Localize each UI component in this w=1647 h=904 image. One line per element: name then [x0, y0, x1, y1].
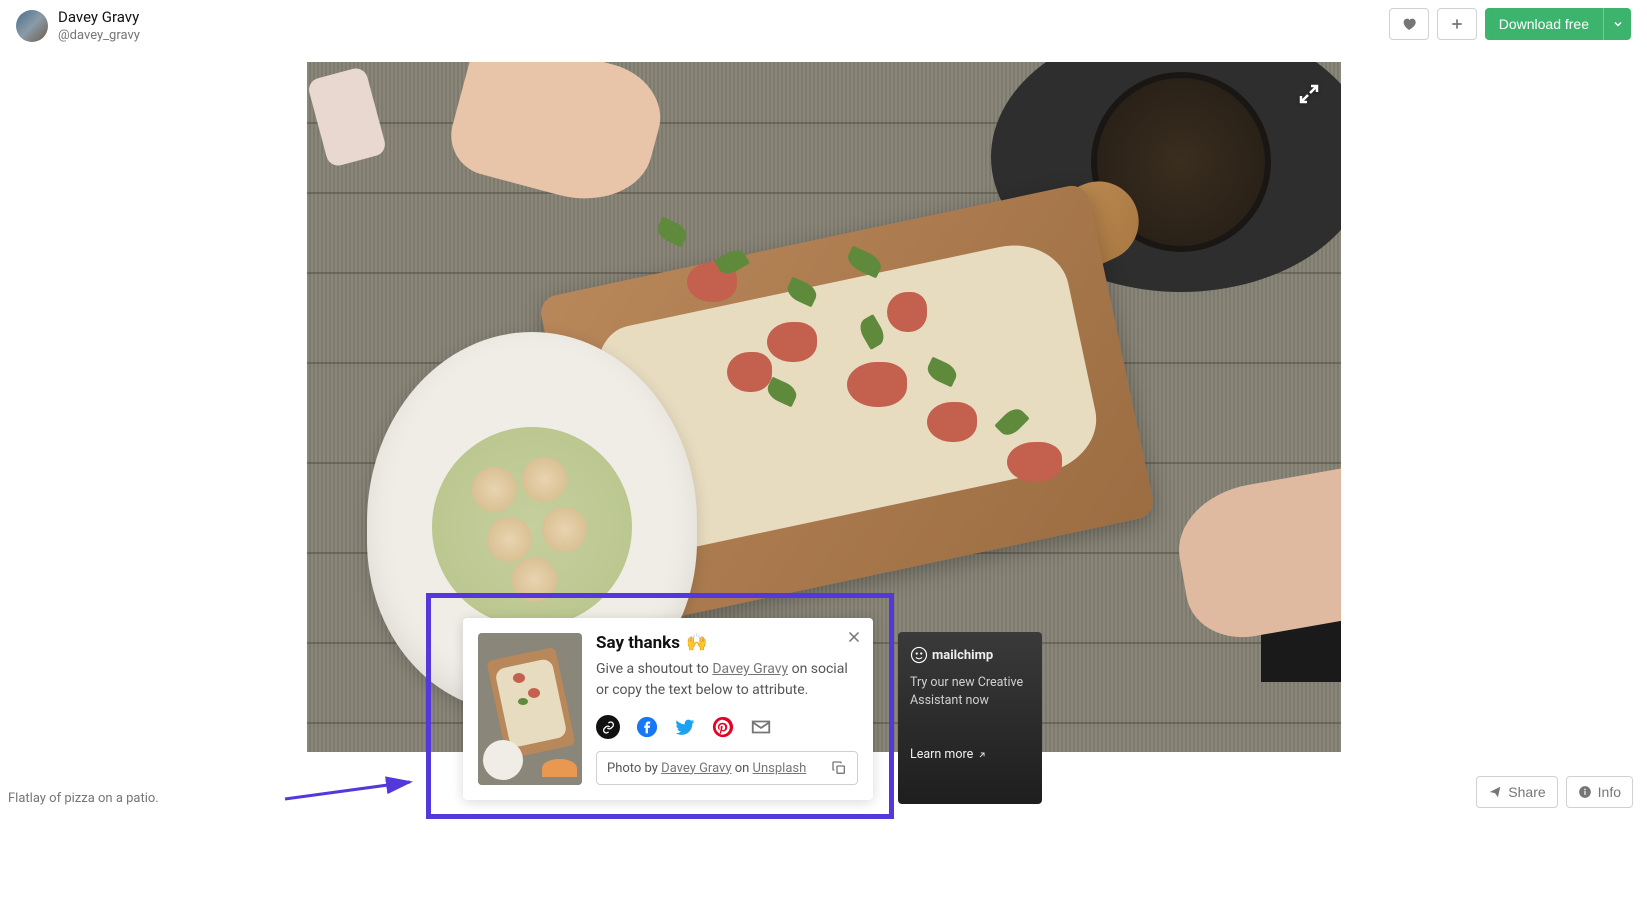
- share-icon: [1488, 785, 1502, 799]
- download-group: Download free: [1485, 8, 1631, 40]
- avatar[interactable]: [16, 10, 48, 42]
- author-info: Davey Gravy @davey_gravy: [58, 8, 140, 44]
- author-block[interactable]: Davey Gravy @davey_gravy: [16, 8, 140, 44]
- mailchimp-icon: [910, 646, 928, 664]
- pinterest-icon: [712, 716, 734, 738]
- thanks-title: Say thanks 🙌: [596, 633, 858, 653]
- info-icon: [1578, 785, 1592, 799]
- heart-icon: [1401, 16, 1417, 32]
- close-icon: [845, 628, 863, 646]
- photo-caption: Flatlay of pizza on a patio.: [8, 791, 159, 806]
- thanks-highlight-box: Say thanks 🙌 Give a shoutout to Davey Gr…: [426, 593, 894, 819]
- header-actions: Download free: [1389, 8, 1631, 40]
- share-label: Share: [1508, 784, 1545, 800]
- download-button[interactable]: Download free: [1485, 8, 1603, 40]
- twitter-icon: [674, 716, 696, 738]
- hands-emoji-icon: 🙌: [686, 633, 707, 653]
- expand-button[interactable]: [1297, 82, 1321, 106]
- author-handle[interactable]: @davey_gravy: [58, 28, 140, 45]
- author-link[interactable]: Davey Gravy: [712, 661, 788, 677]
- copy-icon: [831, 760, 847, 776]
- like-button[interactable]: [1389, 8, 1429, 40]
- attribution-box: Photo by Davey Gravy on Unsplash: [596, 751, 858, 785]
- expand-icon: [1297, 82, 1321, 106]
- annotation-arrow: [280, 774, 420, 804]
- email-button[interactable]: [750, 716, 772, 738]
- chevron-down-icon: [1612, 18, 1624, 30]
- thanks-subtitle: Give a shoutout to Davey Gravy on social…: [596, 659, 858, 701]
- facebook-button[interactable]: [636, 716, 658, 738]
- share-button[interactable]: Share: [1476, 776, 1557, 808]
- promo-text: Try our new Creative Assistant now: [910, 674, 1030, 709]
- header: Davey Gravy @davey_gravy Download free: [0, 0, 1647, 44]
- add-button[interactable]: [1437, 8, 1477, 40]
- promo-panel[interactable]: mailchimp Try our new Creative Assistant…: [898, 632, 1042, 804]
- pinterest-button[interactable]: [712, 716, 734, 738]
- social-row: [596, 715, 858, 739]
- attribution-author-link[interactable]: Davey Gravy: [661, 761, 731, 776]
- promo-brand: mailchimp: [910, 646, 1030, 664]
- promo-brand-text: mailchimp: [932, 648, 993, 663]
- plus-icon: [1449, 16, 1465, 32]
- close-button[interactable]: [845, 628, 863, 646]
- attribution-text: Photo by Davey Gravy on Unsplash: [607, 761, 806, 776]
- link-icon: [602, 721, 615, 734]
- thanks-title-text: Say thanks: [596, 633, 680, 653]
- thanks-body: Say thanks 🙌 Give a shoutout to Davey Gr…: [596, 633, 858, 785]
- author-name[interactable]: Davey Gravy: [58, 8, 140, 28]
- arrow-icon: [977, 750, 987, 760]
- copy-link-button[interactable]: [596, 715, 620, 739]
- facebook-icon: [636, 716, 658, 738]
- email-icon: [750, 716, 772, 738]
- download-dropdown[interactable]: [1603, 8, 1631, 40]
- twitter-button[interactable]: [674, 716, 696, 738]
- attribution-site-link[interactable]: Unsplash: [753, 761, 807, 776]
- thanks-thumbnail: [478, 633, 582, 785]
- info-label: Info: [1598, 784, 1621, 800]
- copy-attribution-button[interactable]: [831, 760, 847, 776]
- thanks-card: Say thanks 🙌 Give a shoutout to Davey Gr…: [463, 618, 873, 800]
- promo-cta[interactable]: Learn more: [910, 747, 1030, 762]
- info-button[interactable]: Info: [1566, 776, 1633, 808]
- bottom-actions: Share Info: [1476, 776, 1633, 808]
